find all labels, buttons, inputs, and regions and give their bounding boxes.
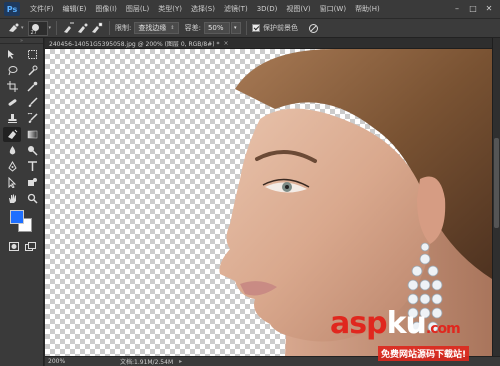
photoshop-logo: Ps xyxy=(4,2,20,16)
minimize-button[interactable]: – xyxy=(450,2,464,14)
menu-layer[interactable]: 图层(L) xyxy=(126,4,149,14)
menu-select[interactable]: 选择(S) xyxy=(191,4,215,14)
tool-preset-chevron-icon[interactable]: ▾ xyxy=(21,25,24,31)
limit-label: 限制: xyxy=(115,24,132,32)
mode-row xyxy=(6,240,38,252)
sampling-once-icon[interactable] xyxy=(76,21,90,35)
healing-icon[interactable] xyxy=(3,95,21,110)
quick-select-icon[interactable] xyxy=(23,63,41,78)
eyedropper-icon[interactable] xyxy=(23,79,41,94)
document-tab-title: 240456-14051G5395058.jpg @ 200% (图层 0, R… xyxy=(49,40,220,48)
brush-picker-chevron-icon[interactable]: ▾ xyxy=(49,25,52,31)
quick-mask-icon[interactable] xyxy=(6,240,22,252)
tolerance-input[interactable]: 50% xyxy=(203,22,230,34)
path-select-icon[interactable] xyxy=(3,175,21,190)
menu-file[interactable]: 文件(F) xyxy=(30,4,54,14)
menu-bar: Ps 文件(F) 编辑(E) 图像(I) 图层(L) 类型(Y) 选择(S) 滤… xyxy=(0,0,500,18)
foreground-color-swatch[interactable] xyxy=(10,210,24,224)
close-tab-icon[interactable]: × xyxy=(224,40,229,47)
lasso-icon[interactable] xyxy=(3,63,21,78)
pen-icon[interactable] xyxy=(3,159,21,174)
zoom-level[interactable]: 200% xyxy=(45,358,85,365)
toolbox: » xyxy=(0,38,44,366)
move-icon[interactable] xyxy=(3,47,21,62)
tolerance-value: 50% xyxy=(207,24,224,32)
limit-value: 查找边缘 xyxy=(138,24,167,32)
scrollbar-thumb[interactable] xyxy=(494,138,499,228)
history-brush-icon[interactable] xyxy=(23,111,41,126)
watermark-subtitle: 免费网站源码下载站! xyxy=(378,346,470,361)
document-tab[interactable]: 240456-14051G5395058.jpg @ 200% (图层 0, R… xyxy=(45,38,492,49)
close-button[interactable]: ✕ xyxy=(482,2,496,14)
sampling-background-swatch-icon[interactable] xyxy=(90,21,104,35)
menu-edit[interactable]: 编辑(E) xyxy=(63,4,87,14)
tolerance-label: 容差: xyxy=(184,24,201,32)
dodge-icon[interactable] xyxy=(23,143,41,158)
divider xyxy=(245,21,247,35)
color-swatches xyxy=(8,208,36,236)
divider xyxy=(56,21,58,35)
zoom-icon[interactable] xyxy=(23,191,41,206)
menu-view[interactable]: 视图(V) xyxy=(286,4,310,14)
protect-foreground-label: 保护前景色 xyxy=(262,24,298,32)
crop-icon[interactable] xyxy=(3,79,21,94)
menu-window[interactable]: 窗口(W) xyxy=(320,4,346,14)
brush-size-picker[interactable]: 27 xyxy=(27,20,48,36)
watermark-text-asp: asp xyxy=(330,306,388,341)
sampling-continuous-icon[interactable] xyxy=(62,21,76,35)
watermark: aspku.com 免费网站源码下载站! xyxy=(330,306,500,366)
screen-mode-icon[interactable] xyxy=(22,240,38,252)
divider xyxy=(109,21,111,35)
brush-icon[interactable] xyxy=(23,95,41,110)
protect-foreground-checkbox[interactable] xyxy=(251,24,260,32)
chevron-down-icon: ▾ xyxy=(233,25,237,31)
limit-select[interactable]: 查找边缘 ⇕ xyxy=(134,22,179,34)
blur-icon[interactable] xyxy=(3,143,21,158)
menu-type[interactable]: 类型(Y) xyxy=(158,4,182,14)
background-eraser-icon[interactable] xyxy=(3,127,21,142)
menu-help[interactable]: 帮助(H) xyxy=(355,4,380,14)
tool-grid xyxy=(0,44,43,209)
brush-size-value: 27 xyxy=(30,29,37,36)
type-icon[interactable] xyxy=(23,159,41,174)
document-size-info: 文档:1.91M/2.54M xyxy=(120,359,174,366)
watermark-text-com: .com xyxy=(425,321,461,337)
watermark-logo: aspku.com xyxy=(330,306,461,341)
gradient-icon[interactable] xyxy=(23,127,41,142)
options-bar: ▾ 27 ▾ 限制: 查找边缘 ⇕ 容差: 50% ▾ 保护前景色 xyxy=(0,18,500,38)
pressure-icon[interactable] xyxy=(307,21,321,35)
shape-icon[interactable] xyxy=(23,175,41,190)
menu-filter[interactable]: 滤镜(T) xyxy=(224,4,248,14)
hand-icon[interactable] xyxy=(3,191,21,206)
clone-stamp-icon[interactable] xyxy=(3,111,21,126)
window-controls: – □ ✕ xyxy=(448,2,496,14)
status-menu-arrow-icon[interactable]: ▸ xyxy=(179,358,182,365)
tolerance-slider-toggle[interactable]: ▾ xyxy=(230,22,241,34)
background-eraser-tool-icon[interactable] xyxy=(6,21,20,35)
watermark-text-ku: ku xyxy=(386,306,427,341)
chevron-updown-icon: ⇕ xyxy=(170,25,175,31)
marquee-icon[interactable] xyxy=(23,47,41,62)
menu-image[interactable]: 图像(I) xyxy=(95,4,117,14)
maximize-button[interactable]: □ xyxy=(466,2,480,14)
menu-3d[interactable]: 3D(D) xyxy=(257,5,278,13)
